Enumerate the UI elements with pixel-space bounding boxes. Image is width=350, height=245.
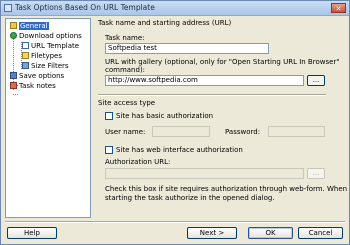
task-notes-icon <box>10 82 17 89</box>
nav-item-url-template[interactable]: URL Template <box>22 42 79 51</box>
task-options-dialog: Task Options Based On URL Template ✕ Gen… <box>0 0 350 245</box>
username-input[interactable] <box>152 126 210 137</box>
nav-item-label: URL Template <box>31 42 80 50</box>
url-label-line2: command): <box>105 66 146 74</box>
next-button[interactable]: Next > <box>187 227 237 239</box>
nav-item-label: Size Filters <box>31 62 69 70</box>
nav-item-label: Save options <box>19 72 65 80</box>
nav-item-task-notes[interactable]: Task notes <box>10 82 56 91</box>
nav-item-label: Task notes <box>19 82 56 90</box>
save-options-icon <box>10 72 17 79</box>
filetypes-icon <box>22 52 29 59</box>
close-button[interactable]: ✕ <box>331 3 346 13</box>
auth-url-browse-button[interactable]: ... <box>307 168 325 179</box>
size-filters-icon <box>22 62 29 69</box>
web-auth-label: Site has web interface authorization <box>116 146 243 154</box>
url-label-line1: URL with gallery (optional, only for "Op… <box>105 58 340 66</box>
cancel-button[interactable]: Cancel <box>298 227 343 239</box>
section-divider <box>98 94 326 96</box>
footer-divider <box>5 221 345 223</box>
task-name-input[interactable]: Softpedia test <box>105 43 269 54</box>
username-label: User name: <box>105 128 146 136</box>
auth-url-input[interactable] <box>105 168 304 179</box>
options-nav-tree: General Download options URL Template Fi… <box>5 18 91 218</box>
nav-item-save-options[interactable]: Save options <box>10 72 64 81</box>
task-section-heading: Task name and starting address (URL) <box>98 19 232 27</box>
url-template-icon <box>22 42 29 49</box>
nav-item-size-filters[interactable]: Size Filters <box>22 62 69 71</box>
auth-note-line1: Check this box if site requires authoriz… <box>105 185 348 193</box>
download-icon <box>10 32 17 39</box>
help-button[interactable]: Help <box>7 227 57 239</box>
access-section-heading: Site access type <box>98 99 156 107</box>
auth-note-line2: starting the task authorize in the opene… <box>105 194 275 202</box>
tree-connector <box>13 94 18 95</box>
url-input[interactable]: http://www.softpedia.com <box>105 75 304 86</box>
url-browse-button[interactable]: ... <box>307 75 325 86</box>
app-icon <box>4 4 12 12</box>
auth-url-label: Authorization URL: <box>105 158 171 166</box>
web-auth-checkbox[interactable] <box>105 146 113 154</box>
ok-button[interactable]: OK <box>248 227 293 239</box>
basic-auth-label: Site has basic authorization <box>116 112 214 120</box>
nav-item-label: Download options <box>19 32 82 40</box>
nav-item-filetypes[interactable]: Filetypes <box>22 52 62 61</box>
nav-item-label: General <box>19 22 49 30</box>
nav-item-general[interactable]: General <box>10 22 49 31</box>
task-name-label: Task name: <box>105 34 145 42</box>
general-icon <box>10 22 17 29</box>
password-label: Password: <box>225 128 261 136</box>
nav-item-download-options[interactable]: Download options <box>10 32 82 41</box>
title-bar: Task Options Based On URL Template ✕ <box>1 1 349 16</box>
basic-auth-checkbox[interactable] <box>105 112 113 120</box>
window-title: Task Options Based On URL Template <box>15 3 155 12</box>
password-input[interactable] <box>268 126 325 137</box>
nav-item-label: Filetypes <box>31 52 62 60</box>
